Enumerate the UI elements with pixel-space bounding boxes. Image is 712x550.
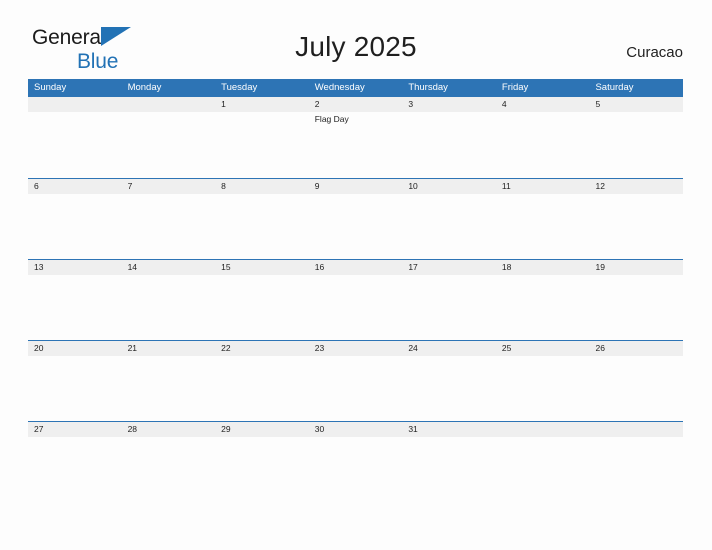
day-number: 14 bbox=[121, 260, 216, 275]
day-number: 16 bbox=[308, 260, 403, 275]
weekday-header-thursday: Thursday bbox=[408, 82, 448, 93]
day-number: 5 bbox=[589, 97, 684, 112]
day-number: 6 bbox=[28, 179, 122, 194]
calendar-day-cell[interactable]: 12 bbox=[589, 179, 684, 259]
weekday-header-saturday: Saturday bbox=[595, 82, 634, 93]
calendar-day-cell[interactable]: 7 bbox=[121, 179, 216, 259]
weekday-header-wednesday: Wednesday bbox=[314, 82, 365, 93]
day-number: 22 bbox=[215, 341, 309, 356]
day-number: 31 bbox=[402, 422, 496, 437]
day-number: 1 bbox=[215, 97, 309, 112]
calendar-day-cell[interactable]: 28 bbox=[121, 422, 216, 502]
day-number: 3 bbox=[402, 97, 496, 112]
day-number: 4 bbox=[495, 97, 590, 112]
calendar-day-cell-empty bbox=[495, 422, 590, 502]
day-number bbox=[589, 422, 684, 437]
calendar-day-cell[interactable]: 29 bbox=[215, 422, 309, 502]
day-number: 17 bbox=[402, 260, 496, 275]
day-number: 28 bbox=[121, 422, 216, 437]
day-number: 23 bbox=[308, 341, 403, 356]
day-number: 18 bbox=[495, 260, 590, 275]
day-number: 2 bbox=[308, 97, 403, 112]
day-number: 21 bbox=[121, 341, 216, 356]
calendar-day-cell[interactable]: 9 bbox=[308, 179, 403, 259]
day-number: 7 bbox=[121, 179, 216, 194]
day-number bbox=[495, 422, 590, 437]
weekday-header-sunday: Sunday bbox=[34, 82, 67, 93]
calendar-day-cell-empty bbox=[28, 97, 122, 177]
calendar-day-cell[interactable]: 23 bbox=[308, 341, 403, 421]
locale-label: Curacao bbox=[626, 44, 683, 61]
day-number: 9 bbox=[308, 179, 403, 194]
page-title: July 2025 bbox=[295, 31, 417, 62]
calendar-day-cell[interactable]: 20 bbox=[28, 341, 122, 421]
day-number: 15 bbox=[215, 260, 309, 275]
calendar-day-cell[interactable]: 17 bbox=[402, 260, 496, 340]
calendar-day-cell[interactable]: 18 bbox=[495, 260, 590, 340]
calendar-day-cell[interactable]: 11 bbox=[495, 179, 590, 259]
day-number: 10 bbox=[402, 179, 496, 194]
day-number: 26 bbox=[589, 341, 684, 356]
calendar-day-cell[interactable]: 25 bbox=[495, 341, 590, 421]
calendar-day-cell[interactable]: 19 bbox=[589, 260, 684, 340]
calendar-day-cell[interactable]: 2 Flag Day bbox=[308, 97, 403, 177]
weekday-header-monday: Monday bbox=[127, 82, 162, 93]
weekday-header-row: Sunday Monday Tuesday Wednesday Thursday… bbox=[28, 79, 683, 97]
calendar-day-cell[interactable]: 10 bbox=[402, 179, 496, 259]
calendar-day-cell[interactable]: 14 bbox=[121, 260, 216, 340]
day-number: 24 bbox=[402, 341, 496, 356]
day-number: 20 bbox=[28, 341, 122, 356]
calendar-day-cell[interactable]: 22 bbox=[215, 341, 309, 421]
day-number: 27 bbox=[28, 422, 122, 437]
calendar-page: General Blue July 2025 Curacao Sunday Mo… bbox=[0, 0, 712, 550]
calendar-day-cell[interactable]: 15 bbox=[215, 260, 309, 340]
day-number: 19 bbox=[589, 260, 684, 275]
day-number: 11 bbox=[495, 179, 590, 194]
day-number: 25 bbox=[495, 341, 590, 356]
calendar-day-cell[interactable]: 8 bbox=[215, 179, 309, 259]
calendar-day-cell[interactable]: 21 bbox=[121, 341, 216, 421]
calendar-day-cell[interactable]: 27 bbox=[28, 422, 122, 502]
calendar-day-cell[interactable]: 16 bbox=[308, 260, 403, 340]
day-number: 12 bbox=[589, 179, 684, 194]
day-number: 13 bbox=[28, 260, 122, 275]
calendar-week-row: 27 28 29 30 31 bbox=[28, 421, 684, 502]
calendar-day-cell-empty bbox=[589, 422, 684, 502]
calendar-day-cell-empty bbox=[121, 97, 216, 177]
calendar-week-row: 20 21 22 23 24 25 26 bbox=[28, 340, 684, 421]
day-events: Flag Day bbox=[309, 112, 403, 125]
calendar-day-cell[interactable]: 1 bbox=[215, 97, 309, 177]
day-number bbox=[121, 97, 216, 112]
weekday-header-friday: Friday bbox=[501, 82, 529, 93]
calendar-weeks: 1 2 Flag Day 3 4 5 6 7 8 9 10 11 12 13 14 15 16 17 18 19 20 2… bbox=[28, 97, 684, 502]
page-header: General Blue July 2025 Curacao bbox=[0, 0, 712, 78]
day-number: 29 bbox=[215, 422, 309, 437]
calendar-day-cell[interactable]: 4 bbox=[495, 97, 590, 177]
calendar-day-cell[interactable]: 3 bbox=[402, 97, 496, 177]
calendar-day-cell[interactable]: 31 bbox=[402, 422, 496, 502]
day-event-label: Flag Day bbox=[314, 114, 349, 124]
calendar-day-cell[interactable]: 24 bbox=[402, 341, 496, 421]
day-number bbox=[28, 97, 122, 112]
calendar-day-cell[interactable]: 6 bbox=[28, 179, 122, 259]
calendar-day-cell[interactable]: 30 bbox=[308, 422, 403, 502]
day-number: 8 bbox=[215, 179, 309, 194]
calendar-day-cell[interactable]: 13 bbox=[28, 260, 122, 340]
calendar-day-cell[interactable]: 26 bbox=[589, 341, 684, 421]
calendar-week-row: 1 2 Flag Day 3 4 5 bbox=[28, 97, 684, 178]
calendar-day-cell[interactable]: 5 bbox=[589, 97, 684, 177]
calendar-week-row: 6 7 8 9 10 11 12 bbox=[28, 178, 684, 259]
day-number: 30 bbox=[308, 422, 403, 437]
calendar-grid: Sunday Monday Tuesday Wednesday Thursday… bbox=[28, 79, 684, 502]
weekday-header-tuesday: Tuesday bbox=[221, 82, 258, 93]
calendar-week-row: 13 14 15 16 17 18 19 bbox=[28, 259, 684, 340]
